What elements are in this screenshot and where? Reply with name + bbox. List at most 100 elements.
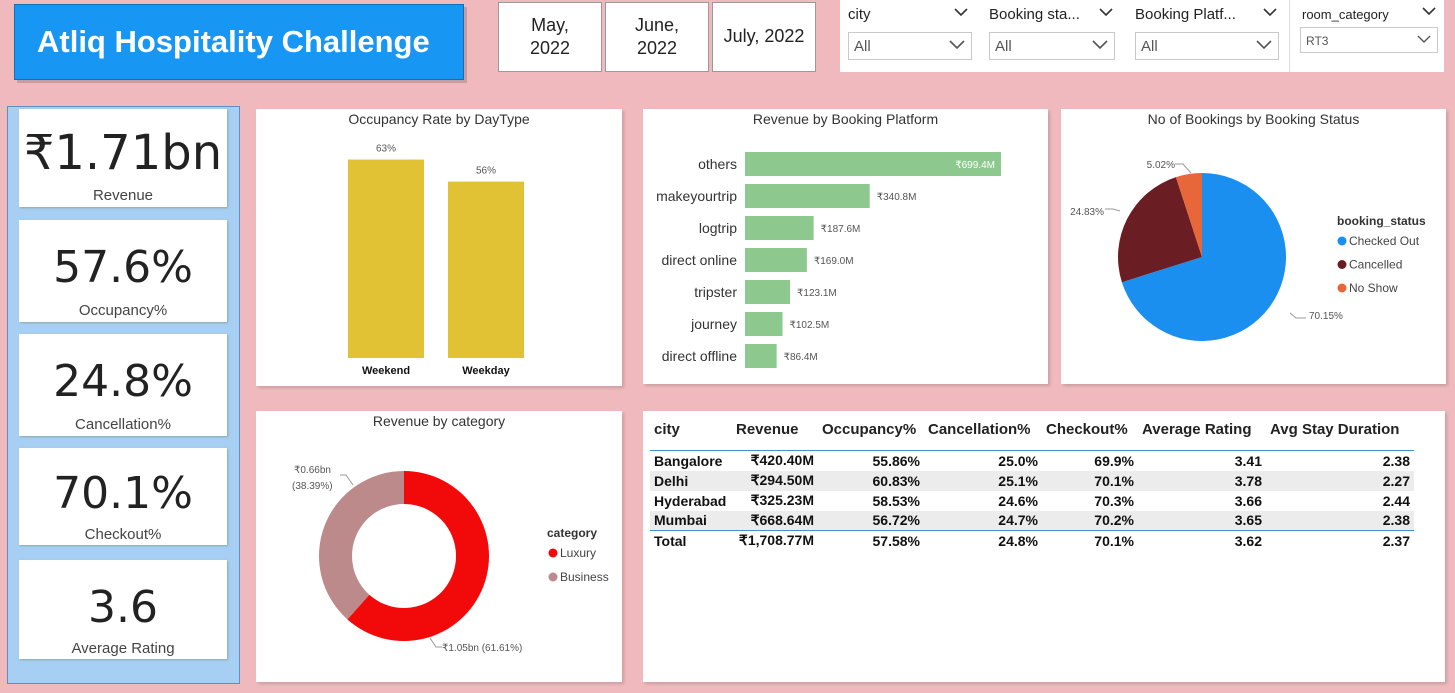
kpi-card-average-rating: 3.6 Average Rating bbox=[19, 560, 227, 659]
month-button-july[interactable]: July, 2022 bbox=[712, 2, 816, 72]
table-row: Bangalore ₹420.40M 55.86% 25.0% 69.9% 3.41 2.3… bbox=[650, 451, 1414, 471]
legend-label: Checked Out bbox=[1349, 234, 1420, 248]
bar bbox=[745, 280, 791, 304]
booking-status-chart: No of Bookings by Booking Status 70.15% 2… bbox=[1061, 109, 1446, 384]
slicer-booking-platform-label: Booking Platf... bbox=[1135, 6, 1236, 23]
legend-label: Business bbox=[560, 570, 609, 584]
kpi-label: Cancellation% bbox=[75, 416, 171, 433]
legend-marker bbox=[548, 572, 558, 582]
table-cell: 56.72% bbox=[818, 510, 924, 531]
data-label: ₹123.1M bbox=[797, 288, 837, 299]
data-label: ₹86.4M bbox=[784, 352, 818, 363]
table-header[interactable]: Checkout% bbox=[1042, 417, 1138, 451]
table-header[interactable]: Cancellation% bbox=[924, 417, 1042, 451]
leader-line bbox=[1175, 163, 1192, 174]
tick-label: tripster bbox=[694, 284, 737, 300]
data-label: ₹187.6M bbox=[821, 224, 861, 235]
table-header[interactable]: Revenue bbox=[732, 417, 818, 451]
bar bbox=[745, 216, 814, 240]
slicer-city: city All bbox=[840, 0, 980, 72]
revenue-platform-chart: Revenue by Booking Platform others ₹699.4… bbox=[643, 109, 1048, 384]
bar bbox=[745, 344, 777, 368]
table-header[interactable]: Occupancy% bbox=[818, 417, 924, 451]
table-cell: 2.38 bbox=[1266, 510, 1414, 531]
table-header[interactable]: city bbox=[650, 417, 732, 451]
table-row: Delhi ₹294.50M 60.83% 25.1% 70.1% 3.78 2.27 bbox=[650, 470, 1414, 491]
table-cell: 3.62 bbox=[1138, 530, 1266, 551]
chevron-down-icon[interactable] bbox=[1263, 8, 1277, 17]
legend-marker bbox=[1337, 283, 1347, 293]
chevron-down-icon bbox=[1256, 40, 1272, 50]
table-cell: 60.83% bbox=[818, 470, 924, 491]
tick-label: makeyourtrip bbox=[656, 188, 737, 204]
table-cell: Mumbai bbox=[650, 510, 732, 531]
table-cell: 24.8% bbox=[924, 530, 1042, 551]
month-year: 2022 bbox=[529, 38, 571, 58]
slicer-booking-status-dropdown[interactable]: All bbox=[989, 32, 1115, 60]
table-cell: ₹294.50M bbox=[732, 470, 818, 491]
month-button-may[interactable]: May, 2022 bbox=[498, 2, 602, 72]
kpi-value: 57.6% bbox=[53, 242, 193, 293]
table-row: Hyderabad ₹325.23M 58.53% 24.6% 70.3% 3.66 2.4… bbox=[650, 491, 1414, 511]
slicer-room-category-label: room_category bbox=[1302, 7, 1389, 22]
bar bbox=[348, 159, 424, 358]
chevron-down-icon[interactable] bbox=[1099, 8, 1113, 17]
table-cell: 25.1% bbox=[924, 470, 1042, 491]
data-label: 56% bbox=[476, 166, 496, 177]
chevron-down-icon[interactable] bbox=[1422, 7, 1436, 16]
legend-title: booking_status bbox=[1337, 214, 1426, 228]
table-header[interactable]: Average Rating bbox=[1138, 417, 1266, 451]
table-cell: Bangalore bbox=[654, 452, 723, 469]
leader-line bbox=[340, 474, 354, 486]
tick-label: Weekday bbox=[462, 365, 510, 377]
slicer-booking-platform-dropdown[interactable]: All bbox=[1135, 32, 1279, 60]
table-total-row: Total ₹1,708.77M 57.58% 24.8% 70.1% 3.62 2.37 bbox=[650, 530, 1414, 551]
slicer-room-category-value: RT3 bbox=[1306, 34, 1329, 48]
legend-title: category bbox=[547, 526, 597, 540]
month-label: May, bbox=[531, 14, 569, 35]
kpi-value: 3.6 bbox=[88, 582, 158, 633]
slicer-booking-platform-value: All bbox=[1141, 38, 1158, 55]
bar bbox=[745, 312, 783, 336]
slicer-bar: city All Booking sta... All Booking Plat… bbox=[840, 0, 1444, 72]
kpi-label: Checkout% bbox=[84, 526, 162, 543]
slicer-room-category-dropdown[interactable]: RT3 bbox=[1300, 27, 1438, 53]
legend-marker bbox=[1337, 260, 1347, 269]
tick-label: direct online bbox=[662, 252, 738, 268]
data-label: ₹102.5M bbox=[790, 320, 830, 331]
legend-label: No Show bbox=[1349, 281, 1398, 295]
tick-label: journey bbox=[690, 316, 737, 332]
tick-label: Weekend bbox=[362, 365, 410, 377]
slicer-booking-platform: Booking Platf... All bbox=[1127, 0, 1287, 72]
month-button-june[interactable]: June, 2022 bbox=[605, 2, 709, 72]
data-label: ₹699.4M bbox=[955, 160, 995, 171]
chevron-down-icon bbox=[1417, 35, 1431, 43]
slicer-booking-status-label: Booking sta... bbox=[989, 6, 1080, 23]
month-label: July, 2022 bbox=[723, 26, 805, 47]
slicer-booking-status-value: All bbox=[995, 38, 1012, 55]
table-cell: 24.6% bbox=[998, 492, 1038, 509]
chevron-down-icon[interactable] bbox=[954, 8, 968, 17]
data-label: 63% bbox=[376, 144, 396, 155]
dashboard-title: Atliq Hospitality Challenge bbox=[14, 4, 464, 80]
table-cell: 2.27 bbox=[1266, 470, 1414, 491]
table-cell: ₹420.40M bbox=[750, 452, 814, 469]
table-cell: 58.53% bbox=[872, 492, 920, 509]
table-cell: Delhi bbox=[650, 470, 732, 491]
slicer-city-dropdown[interactable]: All bbox=[848, 32, 972, 60]
table-cell: Total bbox=[650, 530, 732, 551]
table-cell: 3.78 bbox=[1138, 470, 1266, 491]
slicer-room-category: room_category RT3 bbox=[1289, 0, 1444, 72]
table-cell: 70.2% bbox=[1042, 510, 1138, 531]
legend-label: Cancelled bbox=[1349, 258, 1402, 272]
table-header[interactable]: Avg Stay Duration bbox=[1266, 417, 1414, 451]
kpi-value: ₹1.71bn bbox=[23, 125, 223, 181]
table-cell: 70.3% bbox=[1094, 492, 1134, 509]
kpi-label: Revenue bbox=[92, 187, 154, 204]
table-cell: 2.37 bbox=[1266, 530, 1414, 551]
legend-marker bbox=[1337, 236, 1347, 246]
kpi-card-cancellation: 24.8% Cancellation% bbox=[19, 334, 227, 436]
kpi-card-checkout: 70.1% Checkout% bbox=[19, 448, 227, 545]
table-cell: 70.1% bbox=[1042, 530, 1138, 551]
kpi-value: 24.8% bbox=[53, 356, 193, 407]
